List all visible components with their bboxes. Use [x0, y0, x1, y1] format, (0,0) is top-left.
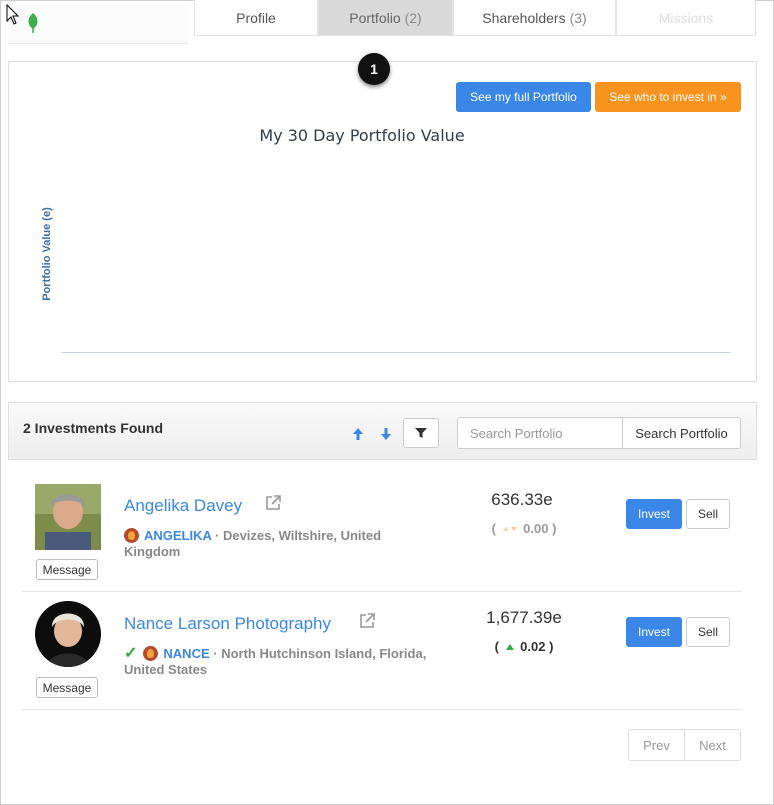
investment-meta: ✓ NANCE · North Hutchinson Island, Florid…: [124, 646, 464, 678]
see-full-portfolio-button[interactable]: See my full Portfolio: [456, 82, 591, 112]
avatar[interactable]: [35, 601, 101, 667]
change-paren-close: ): [552, 521, 557, 536]
tab-portfolio[interactable]: Portfolio (2): [318, 0, 453, 36]
change-value: 0.02: [520, 639, 546, 654]
investment-handle[interactable]: NANCE: [163, 646, 209, 661]
investments-found-count: 2 Investments Found: [23, 420, 164, 436]
investment-value: 636.33e: [491, 490, 553, 509]
profile-tabs: Profile Portfolio (2) Shareholders (3) M…: [194, 0, 756, 36]
sort-descending-icon[interactable]: [378, 426, 394, 442]
search-portfolio-input[interactable]: [457, 417, 623, 449]
investment-change: ( 0.00 ): [474, 521, 574, 536]
profile-photo: [35, 484, 101, 550]
external-link-icon[interactable]: [264, 494, 282, 512]
investment-name-link[interactable]: Angelika Davey: [124, 496, 242, 516]
tab-profile[interactable]: Profile: [194, 0, 318, 36]
row-divider: [22, 591, 742, 592]
change-paren-open: (: [494, 639, 499, 654]
tab-label: Profile: [236, 9, 276, 26]
tab-count: (2): [404, 9, 422, 26]
verified-check-icon: ✓: [124, 645, 138, 662]
chart-y-axis-label: Portfolio Value (e): [41, 207, 53, 301]
change-value: 0.00: [523, 521, 549, 536]
tab-label: Shareholders: [482, 9, 566, 26]
filter-button[interactable]: [403, 418, 439, 448]
tab-label: Missions: [658, 9, 714, 26]
chart-x-axis-line: [61, 352, 731, 353]
tab-count: (3): [569, 9, 587, 26]
investment-value: 1,677.39e: [486, 608, 562, 627]
tab-shareholders[interactable]: Shareholders (3): [453, 0, 616, 36]
investment-name-link[interactable]: Nance Larson Photography: [124, 614, 331, 634]
investment-change: ( 0.02 ): [474, 639, 574, 654]
neutral-change-icon: [502, 527, 517, 531]
investment-location-cont: United States: [124, 662, 208, 677]
tab-missions[interactable]: Missions: [616, 0, 756, 36]
message-button[interactable]: Message: [36, 677, 98, 698]
sort-ascending-icon[interactable]: [350, 426, 366, 442]
profile-photo: [35, 601, 101, 667]
investment-location: · Devizes, Wiltshire, United: [211, 528, 382, 543]
row-divider: [22, 709, 742, 710]
pagination: Prev Next: [628, 729, 741, 761]
see-who-to-invest-button[interactable]: See who to invest in »: [595, 82, 741, 112]
up-arrow-icon: [505, 644, 514, 650]
sell-button[interactable]: Sell: [686, 499, 730, 529]
avatar[interactable]: [35, 484, 101, 550]
step-marker-badge: 1: [358, 53, 390, 85]
investment-meta: ANGELIKA · Devizes, Wiltshire, United Ki…: [124, 528, 424, 560]
investment-location: · North Hutchinson Island, Florida,: [209, 646, 427, 661]
leaf-logo-icon: [28, 13, 38, 33]
invest-button[interactable]: Invest: [626, 617, 682, 647]
chart-title: My 30 Day Portfolio Value: [259, 126, 465, 145]
sell-button[interactable]: Sell: [686, 617, 730, 647]
change-paren-close: ): [549, 639, 554, 654]
prev-page-button[interactable]: Prev: [629, 730, 684, 760]
mouse-cursor-icon: [6, 4, 20, 25]
tab-label: Portfolio: [349, 9, 401, 26]
search-portfolio-button[interactable]: Search Portfolio: [622, 417, 741, 449]
fire-badge-icon: [143, 646, 159, 661]
change-paren-open: (: [491, 521, 496, 536]
investment-location-cont: Kingdom: [124, 544, 181, 559]
investment-handle[interactable]: ANGELIKA: [144, 528, 211, 543]
external-link-icon[interactable]: [358, 612, 376, 630]
filter-icon: [415, 428, 427, 438]
message-button[interactable]: Message: [36, 559, 98, 580]
next-page-button[interactable]: Next: [684, 730, 740, 760]
fire-badge-icon: [124, 528, 139, 543]
invest-button[interactable]: Invest: [626, 499, 682, 529]
